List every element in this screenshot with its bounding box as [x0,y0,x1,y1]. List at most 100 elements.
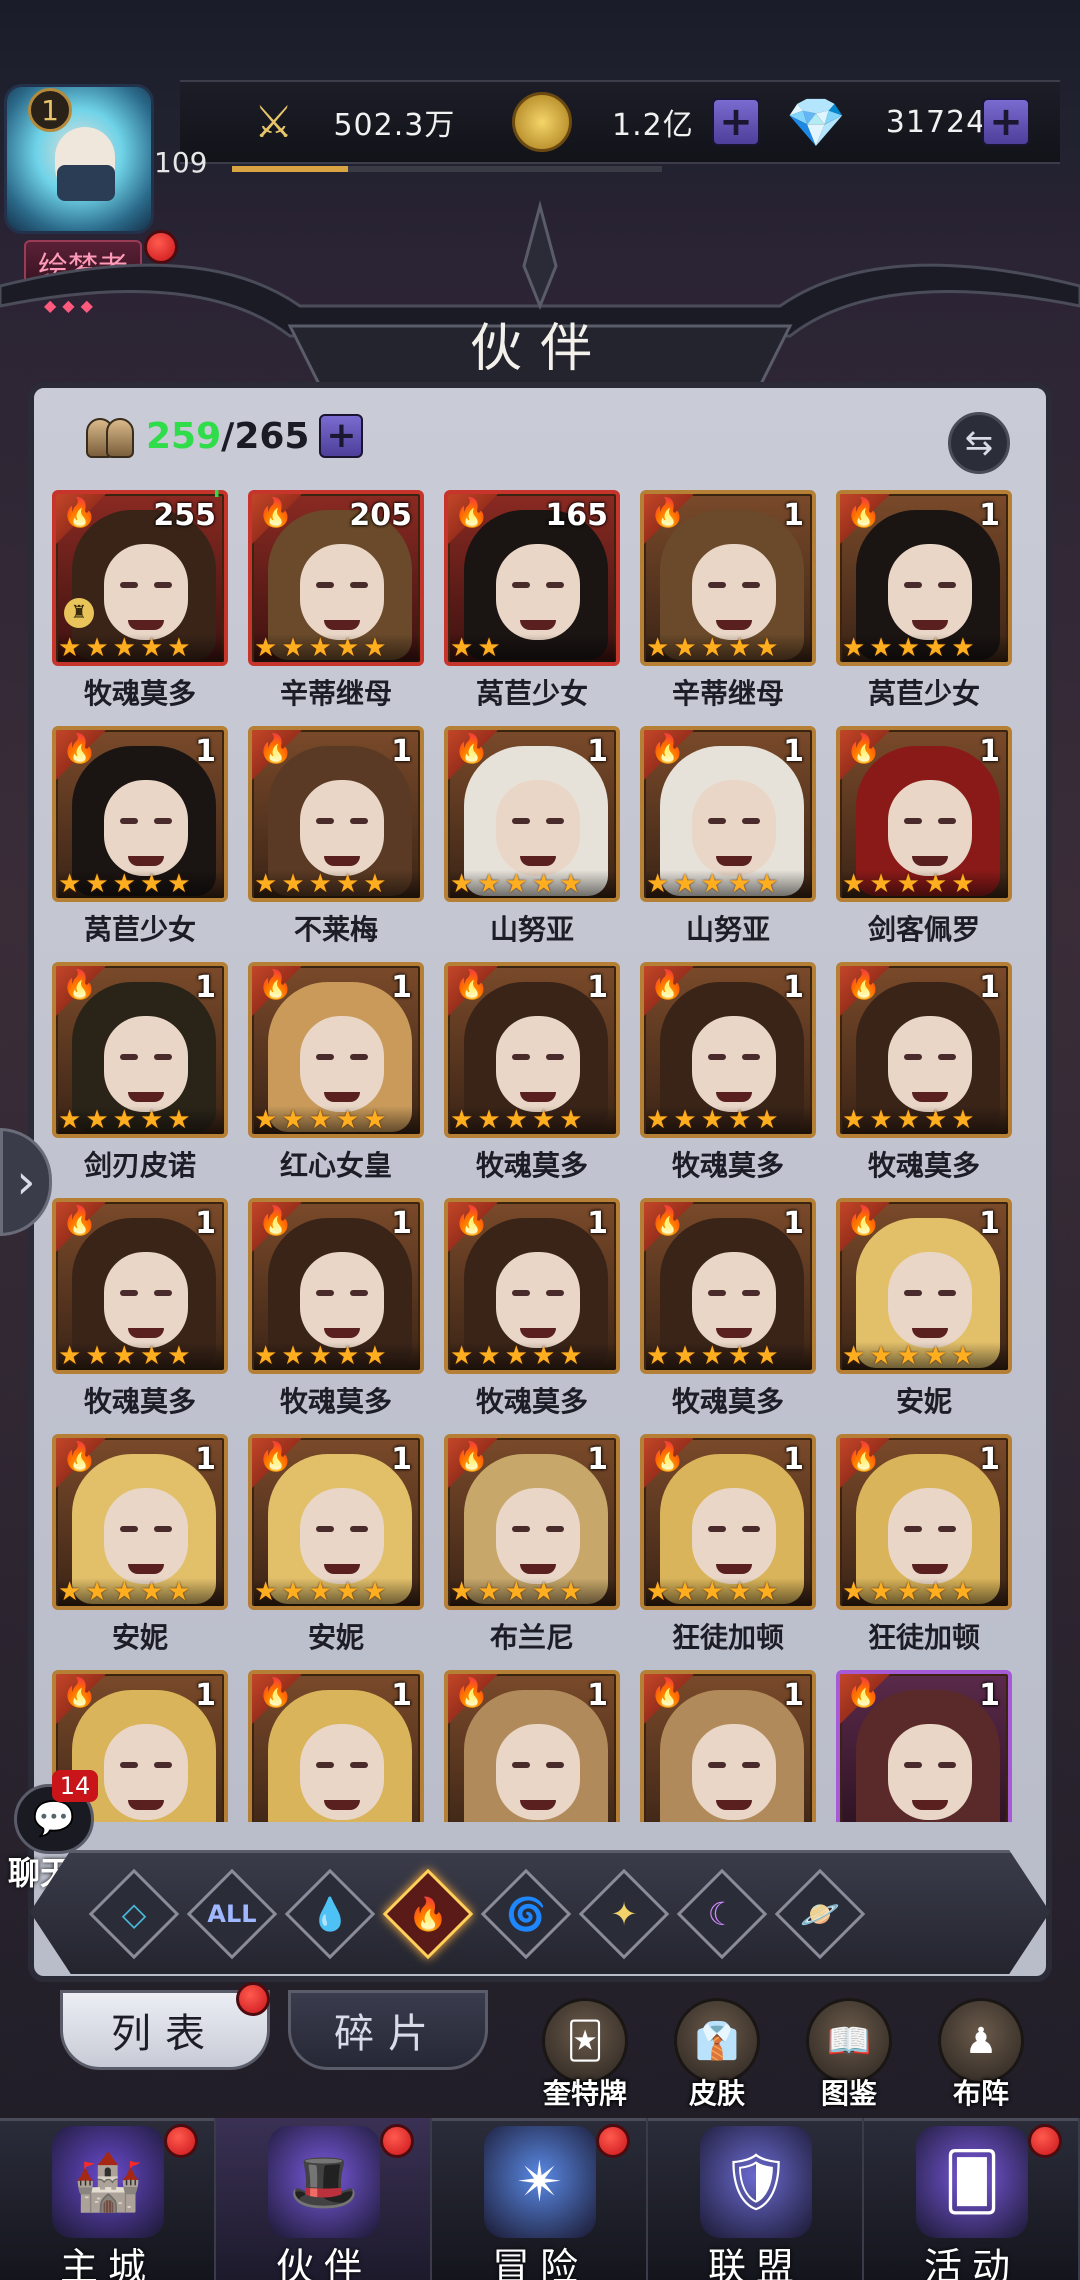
hero-stars: ★ ★ ★ ★ ★ [646,1342,812,1370]
portrait-mouth [324,1092,360,1102]
nav-label: 联盟 [707,2245,804,2280]
nav-adventure[interactable]: ✴ 冒险 [432,2118,648,2280]
diamond-icon: 💎 [786,94,846,151]
hero-card[interactable]: 🔥 1 ★ ★ ★ ★ ★ 山努亚 [444,726,620,956]
nav-city[interactable]: 🏰 主城 [0,2118,216,2280]
filter-all[interactable]: ALL [186,1868,278,1960]
hero-portrait: 🔥 1 ★ ★ ★ ★ ★ [640,1198,816,1374]
portrait-eye [904,1290,922,1296]
portrait-eye [546,1526,564,1532]
star-icon: ★ [450,1577,474,1607]
hero-card[interactable]: 🔥 1 ★ ★ ★ ★ ★ 不莱梅 [248,726,424,956]
hero-stars: ★ ★ ★ ★ ★ [58,633,224,663]
fire-icon: 🔥 [846,1440,881,1473]
hero-card[interactable]: 🔥 1 ★ ★ ★ ★ ★ 牧魂莫多 [52,1198,228,1428]
portrait-eye [938,1290,956,1296]
star-icon: ★ [254,869,278,899]
filter-fire[interactable]: 🔥 [382,1868,474,1960]
hero-portrait: 🔥 1 ★ ★ ★ ★ ★ [52,962,228,1138]
filter-void[interactable]: 🪐 [774,1868,866,1960]
city-icon: 🏰 [52,2126,164,2238]
filter-wind[interactable]: 🌀 [480,1868,572,1960]
portrait-eye [708,582,726,588]
nav-partners[interactable]: 🎩 伙伴 [216,2118,432,2280]
filter-water[interactable]: 💧 [284,1868,376,1960]
tab-fragments[interactable]: 碎片 [288,1990,488,2070]
hero-card[interactable]: 🔥 1 ★ ★ ★ ★ ★ 牧魂莫多 [640,1198,816,1428]
star-icon: ★ [531,1577,556,1607]
fire-icon: 🔥 [650,496,685,529]
fire-icon: 🔥 [258,968,293,1001]
portrait-eye [316,1526,334,1532]
hero-card[interactable]: 🔥 1 [248,1670,424,1822]
hero-stars: ★ ★ ★ ★ ★ [646,634,812,662]
portrait-mouth [716,856,752,866]
hero-level: 1 [783,734,804,769]
codex-button[interactable]: 📖 图鉴 [794,1998,904,2110]
star-icon: ★ [896,633,920,663]
hero-level: 1 [783,970,804,1005]
hero-card[interactable]: 🔥 1 ★ ★ ★ ★ ★ 莴苣少女 [836,490,1012,720]
hero-portrait: 🔥 1 ★ ★ ★ ★ ★ [444,1198,620,1374]
star-icon: ★ [281,1105,305,1135]
star-icon: ★ [869,1341,893,1371]
hero-card[interactable]: 🔥 165 ★ ★ 莴苣少女 [444,490,620,720]
hero-card[interactable]: 🔥 1 [836,1670,1012,1822]
hero-card[interactable]: 🔥 1 ★ ★ ★ ★ ★ 牧魂莫多 [836,962,1012,1192]
star-icon: ★ [363,1105,387,1135]
sort-toggle-button[interactable]: ⇆ [948,412,1010,474]
star-icon: ★ [869,633,893,663]
chat-unread-count: 14 [52,1770,98,1802]
nav-alliance[interactable]: 🛡 联盟 [648,2118,864,2280]
star-icon: ★ [363,633,387,663]
fire-icon: 🔥 [650,968,685,1001]
hero-card[interactable]: 🔥 1 ★ ★ ★ ★ ★ 山努亚 [640,726,816,956]
diamond-resource: 💎 31724 [786,92,986,152]
xp-bar [232,166,662,172]
hero-card[interactable]: 🔥 1 ★ ★ ★ ★ ★ 安妮 [52,1434,228,1664]
tarot-button[interactable]: 🃏 奎特牌 [530,1998,640,2110]
expand-capacity-button[interactable]: + [319,414,364,458]
adventure-icon: ✴ [484,2126,596,2238]
star-icon: ★ [139,869,164,899]
star-icon: ★ [112,633,136,663]
hero-card[interactable]: 🔥255★★★★★♜↑牧魂莫多 [52,490,229,720]
hero-portrait: 🔥 1 ★ ★ ★ ★ ★ [836,962,1012,1138]
gold-resource: 1.2亿 [512,92,694,152]
hero-card[interactable]: 🔥 1 ★ ★ ★ ★ ★ 牧魂莫多 [248,1198,424,1428]
hero-stars: ★ ★ ★ ★ ★ [58,869,224,899]
portrait-eye [708,818,726,824]
hero-card[interactable]: 🔥 1 [640,1670,816,1822]
star-icon: ★ [531,1105,556,1135]
hero-card[interactable]: 🔥 1 ★ ★ ★ ★ ★ 安妮 [248,1434,424,1664]
hero-card[interactable]: 🔥 1 ★ ★ ★ ★ ★ 安妮 [836,1198,1012,1428]
hero-card[interactable]: 🔥 1 ★ ★ ★ ★ ★ 红心女皇 [248,962,424,1192]
filter-dark[interactable]: ☾ [676,1868,768,1960]
portrait-mouth [128,856,164,866]
hero-card[interactable]: 🔥 1 ★ ★ ★ ★ ★ 狂徒加顿 [640,1434,816,1664]
star-icon: ★ [167,1577,191,1607]
skin-button[interactable]: 👔 皮肤 [662,1998,772,2110]
hero-card[interactable]: 🔥 1 ★ ★ ★ ★ ★ 布兰尼 [444,1434,620,1664]
filter-light[interactable]: ◇ [88,1868,180,1960]
portrait-mouth [128,1328,164,1338]
nav-events[interactable]: 🂠 活动 [864,2118,1080,2280]
formation-button[interactable]: ♟ 布阵 [926,1998,1036,2110]
portrait-eye [546,582,564,588]
filter-holy[interactable]: ✦ [578,1868,670,1960]
hero-card[interactable]: 🔥 1 ★ ★ ★ ★ ★ 牧魂莫多 [444,962,620,1192]
hero-card[interactable]: 🔥 1 ★ ★ ★ ★ ★ 狂徒加顿 [836,1434,1012,1664]
portrait-mouth [912,856,948,866]
add-diamond-button[interactable]: + [982,98,1030,146]
add-gold-button[interactable]: + [712,98,760,146]
hero-card[interactable]: 🔥 1 ★ ★ ★ ★ ★ 剑客佩罗 [836,726,1012,956]
portrait-eye [350,1290,368,1296]
hero-card[interactable]: 🔥 205 ★ ★ ★ ★ ★ 辛蒂继母 [248,490,424,720]
hero-card[interactable]: 🔥 1 ★ ★ ★ ★ ★ 辛蒂继母 [640,490,816,720]
hero-card[interactable]: 🔥 1 ★ ★ ★ ★ ★ 剑刃皮诺 [52,962,228,1192]
hero-card[interactable]: 🔥 1 ★ ★ ★ ★ ★ 莴苣少女 [52,726,228,956]
hero-card[interactable]: 🔥 1 ★ ★ ★ ★ ★ 牧魂莫多 [640,962,816,1192]
hero-card[interactable]: 🔥 1 ★ ★ ★ ★ ★ 牧魂莫多 [444,1198,620,1428]
hero-card[interactable]: 🔥 1 [444,1670,620,1822]
portrait-eye [316,1762,334,1768]
